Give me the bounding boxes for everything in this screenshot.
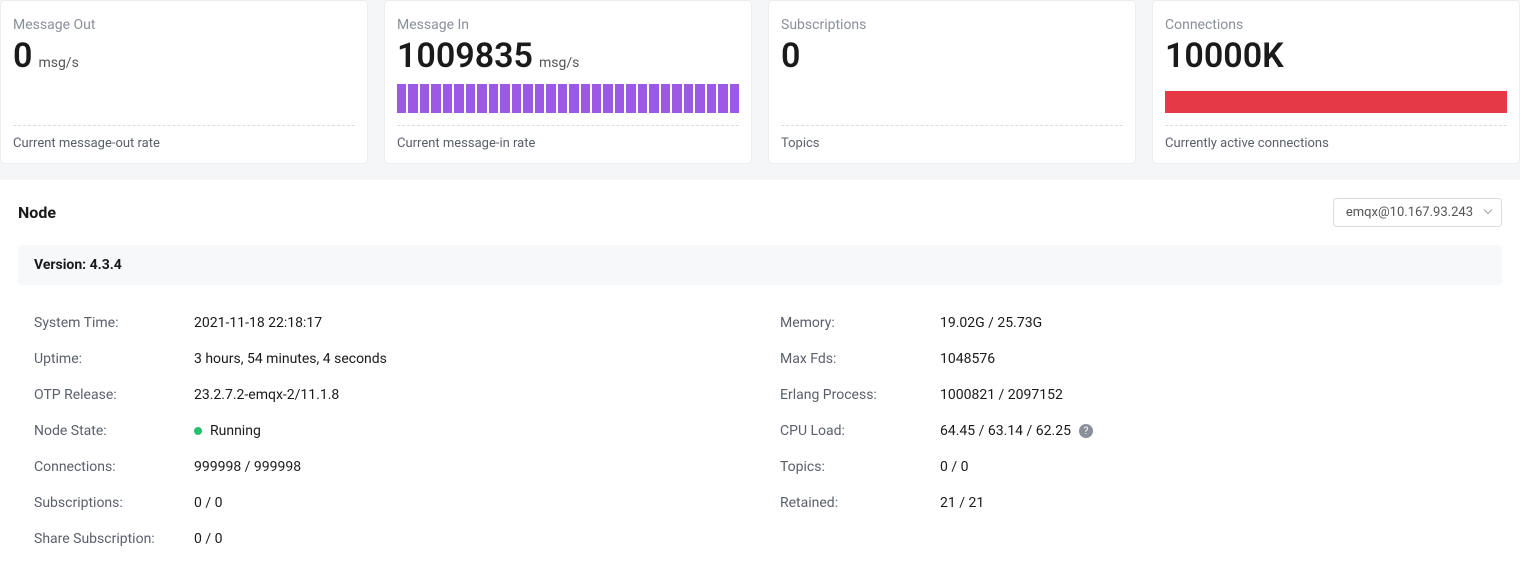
message-out-card: Message Out 0 msg/s Current message-out … (0, 0, 368, 164)
max-fds-row: Max Fds: 1048576 (780, 341, 1486, 377)
retained-row: Retained: 21 / 21 (780, 485, 1486, 521)
connections-title: Connections (1165, 17, 1507, 33)
connections-value: 10000K (1165, 39, 1284, 73)
message-out-sparkline (13, 81, 355, 113)
uptime-value: 3 hours, 54 minutes, 4 seconds (194, 351, 387, 367)
connections-value-row: 10000K (1165, 39, 1507, 73)
subscriptions-label: Subscriptions: (34, 495, 194, 511)
system-time-value: 2021-11-18 22:18:17 (194, 315, 322, 331)
node-info-grid: System Time: 2021-11-18 22:18:17 Uptime:… (18, 305, 1502, 557)
node-select-dropdown[interactable]: emqx@10.167.93.243 (1333, 198, 1502, 227)
message-in-unit: msg/s (539, 55, 579, 71)
status-dot-icon (194, 427, 202, 435)
otp-release-value: 23.2.7.2-emqx-2/11.1.8 (194, 387, 339, 403)
share-subscription-label: Share Subscription: (34, 531, 194, 547)
message-out-value-row: 0 msg/s (13, 39, 355, 73)
message-in-title: Message In (397, 17, 739, 33)
message-out-footer: Current message-out rate (13, 136, 355, 151)
message-out-value: 0 (13, 39, 32, 73)
node-info-left-col: System Time: 2021-11-18 22:18:17 Uptime:… (34, 305, 740, 557)
node-select-value: emqx@10.167.93.243 (1346, 205, 1473, 220)
message-in-sparkline (397, 81, 739, 113)
retained-label: Retained: (780, 495, 940, 511)
erlang-process-value: 1000821 / 2097152 (940, 387, 1063, 403)
message-in-value-row: 1009835 msg/s (397, 39, 739, 73)
retained-value: 21 / 21 (940, 495, 984, 511)
node-panel: Node emqx@10.167.93.243 Version: 4.3.4 S… (0, 180, 1520, 575)
version-bar: Version: 4.3.4 (18, 245, 1502, 285)
message-out-unit: msg/s (38, 55, 78, 71)
subscriptions-sparkline (781, 81, 1123, 113)
subscriptions-title: Subscriptions (781, 17, 1123, 33)
share-subscription-value: 0 / 0 (194, 531, 222, 547)
cpu-load-value: 64.45 / 63.14 / 62.25 ? (940, 423, 1093, 439)
subscriptions-value-row: 0 (781, 39, 1123, 73)
subscriptions-card: Subscriptions 0 Topics (768, 0, 1136, 164)
system-time-row: System Time: 2021-11-18 22:18:17 (34, 305, 740, 341)
help-icon[interactable]: ? (1079, 424, 1093, 438)
cpu-load-text: 64.45 / 63.14 / 62.25 (940, 423, 1071, 439)
otp-release-row: OTP Release: 23.2.7.2-emqx-2/11.1.8 (34, 377, 740, 413)
share-subscription-row: Share Subscription: 0 / 0 (34, 521, 740, 557)
connections-card: Connections 10000K Currently active conn… (1152, 0, 1520, 164)
system-time-label: System Time: (34, 315, 194, 331)
topics-row: Topics: 0 / 0 (780, 449, 1486, 485)
connections-label: Connections: (34, 459, 194, 475)
node-info-right-col: Memory: 19.02G / 25.73G Max Fds: 1048576… (780, 305, 1486, 557)
message-in-footer: Current message-in rate (397, 136, 739, 151)
max-fds-label: Max Fds: (780, 351, 940, 367)
topics-label: Topics: (780, 459, 940, 475)
connections-row: Connections: 999998 / 999998 (34, 449, 740, 485)
uptime-label: Uptime: (34, 351, 194, 367)
message-in-value: 1009835 (397, 39, 533, 73)
subscriptions-value-detail: 0 / 0 (194, 495, 222, 511)
metric-cards-row: Message Out 0 msg/s Current message-out … (0, 0, 1520, 180)
card-divider (13, 125, 355, 126)
erlang-process-label: Erlang Process: (780, 387, 940, 403)
node-state-label: Node State: (34, 423, 194, 439)
connections-value-detail: 999998 / 999998 (194, 459, 301, 475)
card-divider (781, 125, 1123, 126)
connections-footer: Currently active connections (1165, 136, 1507, 151)
node-header: Node emqx@10.167.93.243 (18, 198, 1502, 227)
message-in-card: Message In 1009835 msg/s Current message… (384, 0, 752, 164)
memory-row: Memory: 19.02G / 25.73G (780, 305, 1486, 341)
cpu-load-label: CPU Load: (780, 423, 940, 439)
topics-value: 0 / 0 (940, 459, 968, 475)
message-out-title: Message Out (13, 17, 355, 33)
node-state-row: Node State: Running (34, 413, 740, 449)
subscriptions-footer: Topics (781, 136, 1123, 151)
card-divider (1165, 125, 1507, 126)
node-state-text: Running (210, 423, 261, 439)
node-state-value: Running (194, 423, 261, 439)
card-divider (397, 125, 739, 126)
cpu-load-row: CPU Load: 64.45 / 63.14 / 62.25 ? (780, 413, 1486, 449)
max-fds-value: 1048576 (940, 351, 995, 367)
otp-release-label: OTP Release: (34, 387, 194, 403)
node-section-title: Node (18, 203, 56, 222)
memory-label: Memory: (780, 315, 940, 331)
connections-sparkline (1165, 81, 1507, 113)
subscriptions-value: 0 (781, 39, 800, 73)
memory-value: 19.02G / 25.73G (940, 315, 1042, 331)
erlang-process-row: Erlang Process: 1000821 / 2097152 (780, 377, 1486, 413)
chevron-down-icon (1483, 205, 1493, 220)
subscriptions-row: Subscriptions: 0 / 0 (34, 485, 740, 521)
uptime-row: Uptime: 3 hours, 54 minutes, 4 seconds (34, 341, 740, 377)
